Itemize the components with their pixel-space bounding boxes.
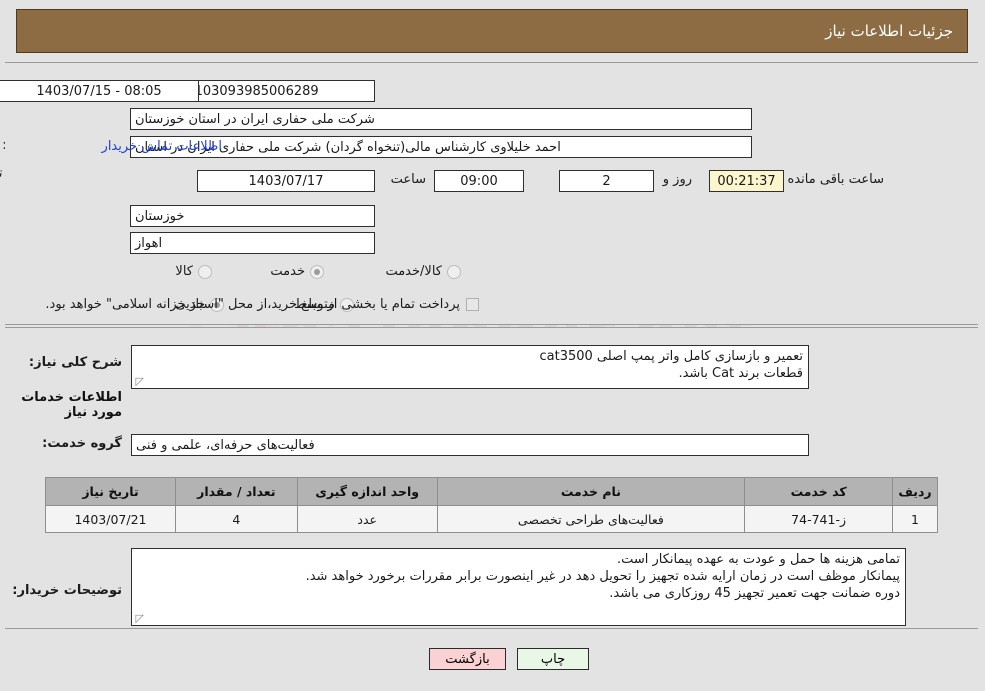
service-group-value: فعالیت‌های حرفه‌ای، علمی و فنی <box>132 434 810 456</box>
table-header-row: ردیف کد خدمت نام خدمت واحد اندازه گیری ت… <box>46 477 939 506</box>
category-option-goods[interactable]: کالا <box>176 264 213 279</box>
description-textarea[interactable]: تعمیر و بازسازی کامل واتر پمپ اصلی cat35… <box>132 345 810 389</box>
buyer-notes-label-row: توضیحات خریدار: <box>13 583 123 598</box>
cell-service-code: ز-741-74 <box>745 505 895 533</box>
deadline-time-value: 09:00 <box>435 170 525 192</box>
resize-grip-icon[interactable]: ◸ <box>135 376 145 387</box>
services-section-heading: اطلاعات خدمات مورد نیاز <box>22 390 123 420</box>
radio-icon-goods-service[interactable] <box>448 264 462 279</box>
table-col-row-no: ردیف <box>893 477 939 506</box>
category-option-goods-label: کالا <box>176 264 194 279</box>
description-label-row: شرح کلی نیاز: <box>30 355 123 370</box>
table-col-service-name: نام خدمت <box>437 477 747 506</box>
radio-icon-goods[interactable] <box>199 264 213 279</box>
resize-grip-icon-notes[interactable]: ◸ <box>135 613 145 624</box>
cell-quantity: 4 <box>175 505 299 533</box>
deadline-hour-label: ساعت <box>391 172 427 187</box>
category-option-goods-service-label: کالا/خدمت <box>386 264 443 279</box>
deadline-days-suffix: روز و <box>663 172 693 187</box>
buyer-contact-link[interactable]: اطلاعات تماس خریدار <box>103 139 223 154</box>
cell-unit: عدد <box>297 505 439 533</box>
category-option-service-label: خدمت <box>271 264 306 279</box>
table-row: 1 ز-741-74 فعالیت‌های طراحی تخصصی عدد 4 … <box>46 505 939 533</box>
deadline-hour-label-row: ساعت <box>392 172 427 187</box>
buyer-notes-textarea[interactable]: تمامی هزینه ها حمل و عودت به عهده پیمانک… <box>132 548 907 626</box>
deadline-timer-suffix-row: ساعت باقی مانده <box>789 172 885 187</box>
buyer-contact-link-row[interactable]: اطلاعات تماس خریدار <box>103 139 223 154</box>
buyer-notes-line-3: دوره ضمانت جهت تعمیر تجهیز 45 روزکاری می… <box>610 586 901 601</box>
deadline-countdown-timer: 00:21:37 <box>710 170 785 192</box>
cell-need-date: 1403/07/21 <box>46 505 177 533</box>
deadline-date-value: 1403/07/17 <box>198 170 376 192</box>
announce-datetime-value: 08:05 - 1403/07/15 <box>0 80 200 102</box>
table-col-unit: واحد اندازه گیری <box>297 477 439 506</box>
services-table: ردیف کد خدمت نام خدمت واحد اندازه گیری ت… <box>46 477 939 533</box>
delivery-province-value: خوزستان <box>131 205 376 227</box>
treasury-note-checkbox-row[interactable]: پرداخت تمام یا بخشی از مبلغ خرید،از محل … <box>46 297 480 312</box>
buyer-notes-label: توضیحات خریدار: <box>13 583 123 598</box>
table-col-service-code: کد خدمت <box>745 477 895 506</box>
services-section-heading-row: اطلاعات خدمات مورد نیاز <box>0 390 123 420</box>
service-group-label: گروه خدمت: <box>43 436 123 451</box>
cell-service-name: فعالیت‌های طراحی تخصصی <box>437 505 747 533</box>
deadline-days-suffix-row: روز و <box>664 172 693 187</box>
radio-icon-service[interactable] <box>311 264 325 279</box>
buyer-org-value: شرکت ملی حفاری ایران در استان خوزستان <box>131 108 753 130</box>
description-line-2: قطعات برند Cat باشد. <box>679 366 804 381</box>
buyer-notes-line-1: تمامی هزینه ها حمل و عودت به عهده پیمانک… <box>617 552 901 567</box>
print-button[interactable]: چاپ <box>518 648 590 670</box>
page-title: جزئیات اطلاعات نیاز <box>17 9 969 53</box>
buyer-notes-line-2: پیمانکار موظف است در زمان ارایه شده تجهی… <box>306 569 901 584</box>
deadline-days-value: 2 <box>560 170 655 192</box>
delivery-city-value: اهواز <box>131 232 376 254</box>
category-option-service[interactable]: خدمت <box>271 264 325 279</box>
table-col-quantity: تعداد / مقدار <box>175 477 299 506</box>
checkbox-icon-treasury[interactable] <box>467 298 480 311</box>
cell-row-no: 1 <box>893 505 939 533</box>
page-title-text: جزئیات اطلاعات نیاز <box>826 22 954 40</box>
requester-value: احمد خلیلاوی کارشناس مالی(تنخواه گردان) … <box>131 136 753 158</box>
description-label: شرح کلی نیاز: <box>29 355 123 370</box>
treasury-note-label: پرداخت تمام یا بخشی از مبلغ خرید،از محل … <box>46 297 461 312</box>
category-option-goods-service[interactable]: کالا/خدمت <box>386 264 462 279</box>
page-root: AnaTender.net جزئیات اطلاعات نیاز شماره … <box>0 0 985 691</box>
deadline-timer-suffix: ساعت باقی مانده <box>788 172 885 187</box>
table-col-need-date: تاریخ نیاز <box>46 477 177 506</box>
back-button[interactable]: بازگشت <box>430 648 507 670</box>
service-group-label-row: گروه خدمت: <box>43 436 123 451</box>
description-line-1: تعمیر و بازسازی کامل واتر پمپ اصلی cat35… <box>540 349 805 364</box>
